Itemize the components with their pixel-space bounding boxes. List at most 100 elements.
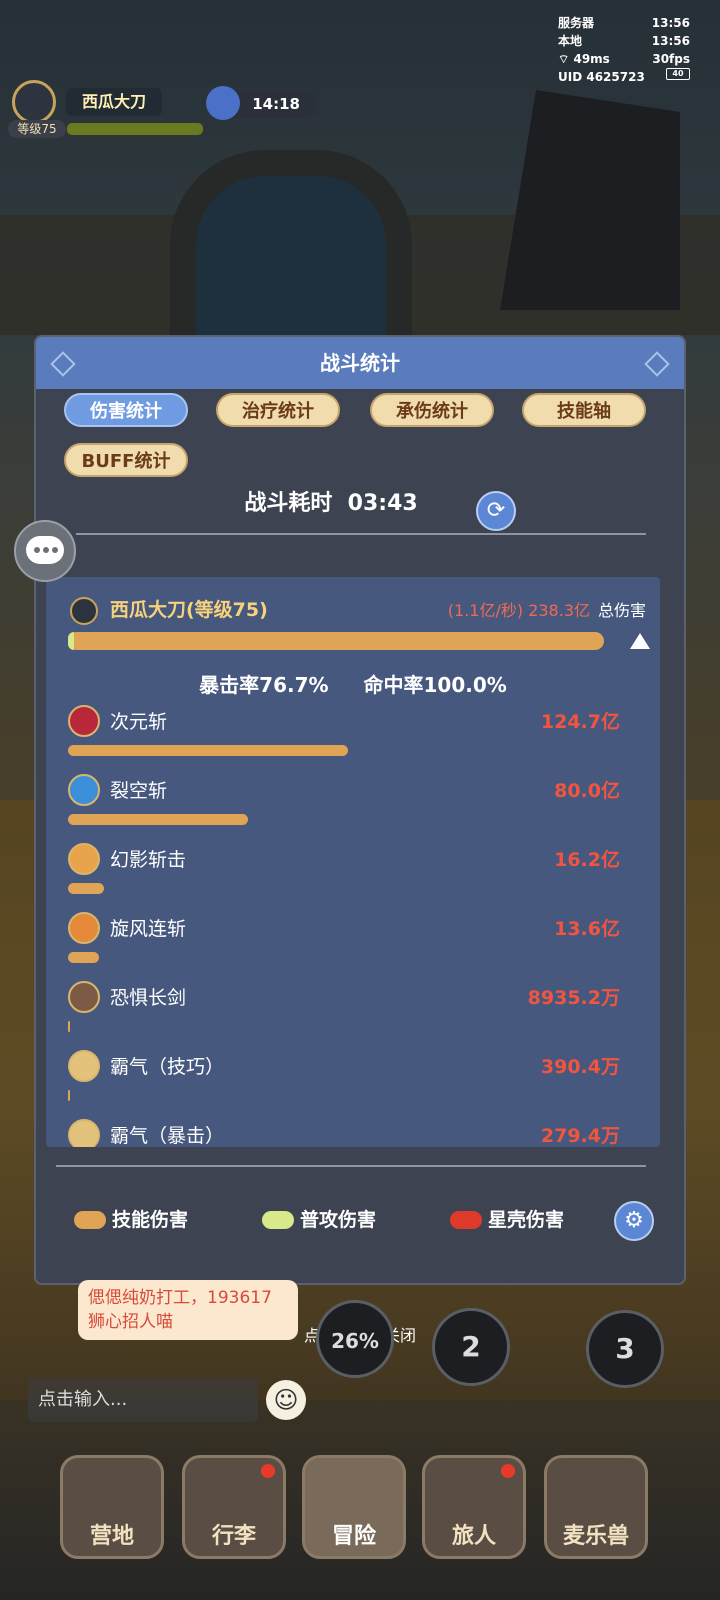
character-icon xyxy=(70,597,98,625)
skill-damage-value: 124.7亿 xyxy=(540,711,620,733)
settings-button[interactable]: ⚙ xyxy=(614,1201,654,1241)
smiley-icon: ☺ xyxy=(273,1386,299,1414)
skill-slot-1[interactable]: 26% xyxy=(316,1300,394,1378)
refresh-icon: ⟳ xyxy=(486,498,506,523)
wifi-icon: ⌔ xyxy=(558,52,570,66)
duration-value: 03:43 xyxy=(347,491,418,516)
slot-number: 3 xyxy=(615,1332,635,1365)
player-name: 西瓜大刀 xyxy=(66,88,162,116)
skill-row[interactable]: 霸气（暴击） 279.4万 xyxy=(46,1119,660,1147)
rift-blue-icon xyxy=(68,774,100,806)
chat-dot xyxy=(34,547,40,553)
nav-camp[interactable]: 营地 xyxy=(60,1455,164,1559)
whirlwind-icon xyxy=(68,912,100,944)
skill-damage-bar xyxy=(68,814,248,825)
collapse-arrow-icon[interactable] xyxy=(630,633,650,649)
battle-duration: 战斗耗时 03:43 xyxy=(36,485,626,517)
player-exp-bar xyxy=(66,122,204,136)
slot-number: 2 xyxy=(461,1330,481,1363)
nav-luggage[interactable]: 行李 xyxy=(182,1455,286,1559)
skill-row[interactable]: 霸气（技巧） 390.4万 xyxy=(46,1050,660,1118)
skill-damage-value: 390.4万 xyxy=(540,1056,620,1078)
emoji-button[interactable]: ☺ xyxy=(266,1380,306,1420)
battle-stats-dialog: 战斗统计 伤害统计 治疗统计 承伤统计 技能轴 BUFF统计 战斗耗时 03:4… xyxy=(34,335,686,1285)
skill-name: 霸气（技巧） xyxy=(110,1056,225,1078)
skill-row[interactable]: 旋风连斩 13.6亿 xyxy=(46,912,660,980)
skill-name: 旋风连斩 xyxy=(110,918,187,940)
divider xyxy=(56,1165,646,1167)
legend-swatch xyxy=(74,1211,106,1229)
damage-rate-summary: (1.1亿/秒) 238.3亿 xyxy=(448,597,590,621)
tab-damage-taken-stats[interactable]: 承伤统计 xyxy=(370,393,494,427)
potion-icon xyxy=(206,86,240,120)
legend-label: 技能伤害 xyxy=(112,1209,189,1231)
uid-value: UID 4625723 xyxy=(558,70,645,84)
damage-panel: 西瓜大刀(等级75) (1.1亿/秒) 238.3亿 总伤害 暴击率76.7% … xyxy=(46,577,660,1147)
nav-travelers[interactable]: 旅人 xyxy=(422,1455,526,1559)
skill-damage-bar xyxy=(68,745,348,756)
skill-name: 裂空斩 xyxy=(110,780,168,802)
skill-name: 次元斩 xyxy=(110,711,168,733)
nav-pets[interactable]: 麦乐兽 xyxy=(544,1455,648,1559)
nav-label: 营地 xyxy=(89,1524,134,1549)
legend-swatch xyxy=(450,1211,482,1229)
skill-damage-bar xyxy=(68,1021,70,1032)
skill-damage-value: 8935.2万 xyxy=(527,987,620,1009)
sword-icon xyxy=(68,981,100,1013)
fps-value: 30fps xyxy=(652,52,690,66)
skill-row[interactable]: 恐惧长剑 8935.2万 xyxy=(46,981,660,1049)
dialog-title: 战斗统计 xyxy=(36,337,684,389)
legend-normal-attack-damage: 普攻伤害 xyxy=(262,1205,376,1235)
aura-icon xyxy=(68,1119,100,1147)
character-name: 西瓜大刀(等级75) xyxy=(110,599,268,621)
character-stats: 暴击率76.7% 命中率100.0% xyxy=(46,669,660,698)
chat-button[interactable] xyxy=(14,520,76,582)
crit-rate: 暴击率76.7% xyxy=(199,673,329,697)
tab-skill-timeline[interactable]: 技能轴 xyxy=(522,393,646,427)
legend-label: 星壳伤害 xyxy=(488,1209,565,1231)
skill-row[interactable]: 次元斩 124.7亿 xyxy=(46,705,660,773)
tab-damage-stats[interactable]: 伤害统计 xyxy=(64,393,188,427)
notification-dot xyxy=(261,1464,275,1478)
chat-dot xyxy=(43,547,49,553)
nav-label: 冒险 xyxy=(331,1524,376,1549)
ping-value: 49ms xyxy=(573,52,610,66)
slash-red-icon xyxy=(68,705,100,737)
skill-damage-bar xyxy=(68,952,99,963)
tab-buff-stats[interactable]: BUFF统计 xyxy=(64,443,188,477)
player-level-badge: 等级75 xyxy=(8,120,66,138)
cooldown-percent: 26% xyxy=(331,1329,379,1353)
chat-input[interactable]: 点击输入... xyxy=(28,1378,258,1422)
total-damage: 238.3亿 xyxy=(528,601,590,620)
notification-dot xyxy=(501,1464,515,1478)
skill-damage-value: 13.6亿 xyxy=(554,918,620,940)
skill-slot-3[interactable]: 3 xyxy=(586,1310,664,1388)
divider xyxy=(76,533,646,535)
skill-damage-bar xyxy=(68,1090,70,1101)
phantom-icon xyxy=(68,843,100,875)
total-damage-bar xyxy=(68,632,604,650)
local-label: 本地 xyxy=(558,34,583,48)
skill-slot-2[interactable]: 2 xyxy=(432,1308,510,1386)
gear-icon: ⚙ xyxy=(624,1208,644,1233)
legend-skill-damage: 技能伤害 xyxy=(74,1205,188,1235)
normal-attack-bar-segment xyxy=(68,632,74,650)
nav-adventure[interactable]: 冒险 xyxy=(302,1455,406,1559)
battery-icon: 40 xyxy=(666,68,690,80)
refresh-button[interactable]: ⟳ xyxy=(476,491,516,531)
skill-row[interactable]: 裂空斩 80.0亿 xyxy=(46,774,660,842)
skill-name: 幻影斩击 xyxy=(110,849,187,871)
network-status: 服务器 13:56 本地 13:56 ⌔ 49ms 30fps UID 4625723… xyxy=(558,14,690,86)
damage-per-second: (1.1亿/秒) xyxy=(447,601,524,620)
hit-rate: 命中率100.0% xyxy=(363,673,507,697)
server-time: 13:56 xyxy=(651,16,690,30)
server-label: 服务器 xyxy=(558,16,595,30)
tab-healing-stats[interactable]: 治疗统计 xyxy=(216,393,340,427)
nav-label: 麦乐兽 xyxy=(562,1524,629,1549)
skill-name: 恐惧长剑 xyxy=(110,987,187,1009)
legend-label: 普攻伤害 xyxy=(300,1209,377,1231)
skill-row[interactable]: 幻影斩击 16.2亿 xyxy=(46,843,660,911)
player-avatar[interactable] xyxy=(12,80,56,124)
aura-icon xyxy=(68,1050,100,1082)
skill-damage-value: 80.0亿 xyxy=(554,780,620,802)
